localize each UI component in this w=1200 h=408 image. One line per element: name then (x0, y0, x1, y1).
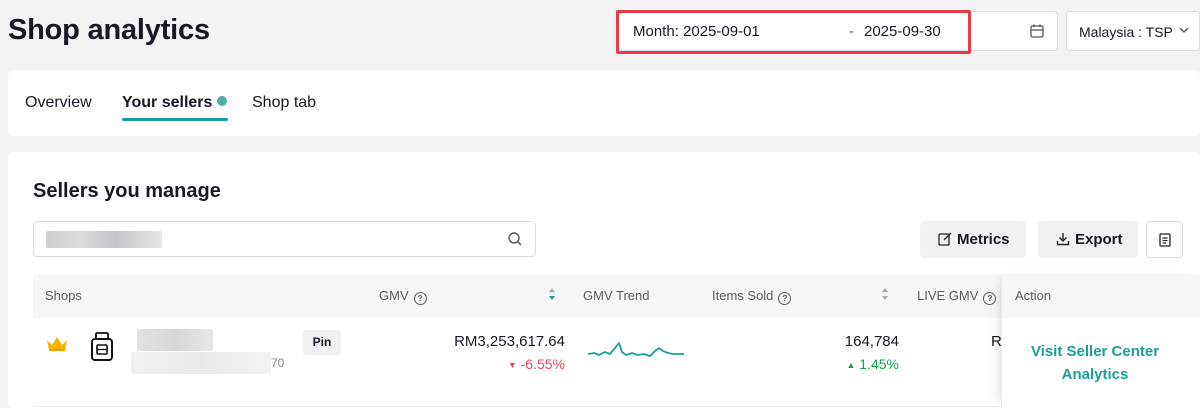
date-range-picker[interactable]: Month: 2025-09-01 - 2025-09-30 (616, 11, 1058, 51)
col-action: Action (1002, 274, 1200, 318)
export-label: Export (1075, 231, 1123, 248)
visit-seller-center-link[interactable]: Visit Seller Center Analytics (1010, 340, 1180, 386)
notification-dot (217, 96, 227, 106)
export-button[interactable]: Export (1038, 221, 1138, 258)
search-input-value (46, 231, 162, 248)
col-gmv-trend: GMV Trend (583, 288, 650, 303)
active-tab-indicator (122, 118, 228, 121)
search-input[interactable] (33, 221, 536, 257)
metrics-button[interactable]: Metrics (920, 221, 1026, 258)
col-items-sold-label: Items Sold (712, 288, 774, 303)
metrics-label: Metrics (957, 231, 1010, 248)
search-icon[interactable] (507, 231, 523, 247)
pin-button[interactable]: Pin (303, 330, 341, 355)
gmv-value: RM3,253,617.64 (454, 333, 565, 350)
help-icon[interactable]: ? (413, 292, 427, 305)
down-arrow-icon: ▼ (507, 360, 517, 370)
region-select[interactable]: Malaysia : TSP (1066, 11, 1200, 51)
col-items-sold[interactable]: Items Sold? (712, 288, 792, 305)
shop-id-suffix: 70 (271, 356, 285, 370)
document-icon (1159, 233, 1171, 247)
col-live-gmv[interactable]: LIVE GMV? (917, 288, 997, 305)
items-change: ▲ 1.45% (846, 356, 899, 372)
tab-overview[interactable]: Overview (25, 94, 92, 112)
shop-logo-icon (91, 332, 113, 361)
col-shops: Shops (45, 288, 82, 303)
gmv-sparkline (588, 342, 684, 357)
shop-id (131, 352, 271, 374)
tabs-bar: Overview Your sellers Shop tab (8, 70, 1200, 136)
chevron-down-icon (1179, 27, 1189, 33)
sellers-card: Sellers you manage Metrics Export Shops … (8, 152, 1200, 408)
page-title: Shop analytics (8, 14, 210, 46)
date-separator: - (849, 23, 854, 40)
col-live-gmv-label: LIVE GMV (917, 288, 979, 303)
items-sold-value: 164,784 (844, 333, 899, 350)
download-icon (1056, 233, 1070, 246)
tab-your-sellers[interactable]: Your sellers (122, 94, 212, 112)
up-arrow-icon: ▲ (846, 360, 856, 370)
action-column: Action Visit Seller Center Analytics (1001, 274, 1200, 408)
gmv-change: ▼ -6.55% (508, 356, 565, 372)
edit-icon (938, 232, 952, 246)
sort-icon[interactable] (881, 287, 889, 301)
shop-name[interactable] (137, 329, 213, 351)
col-action-label: Action (1015, 288, 1052, 303)
sort-icon[interactable] (548, 287, 556, 301)
region-value: Malaysia : TSP (1079, 24, 1173, 40)
gmv-change-value: -6.55% (520, 356, 565, 372)
notes-button[interactable] (1146, 221, 1183, 258)
crown-icon (47, 337, 67, 351)
help-icon[interactable]: ? (778, 292, 792, 305)
items-change-value: 1.45% (859, 356, 899, 372)
help-icon[interactable]: ? (983, 292, 997, 305)
section-title: Sellers you manage (33, 180, 221, 202)
col-gmv[interactable]: GMV? (379, 288, 427, 305)
tab-shop-tab[interactable]: Shop tab (252, 94, 316, 112)
date-end[interactable]: 2025-09-30 (864, 23, 941, 40)
col-gmv-label: GMV (379, 288, 409, 303)
calendar-icon[interactable] (1029, 23, 1045, 39)
date-start[interactable]: Month: 2025-09-01 (633, 23, 760, 40)
